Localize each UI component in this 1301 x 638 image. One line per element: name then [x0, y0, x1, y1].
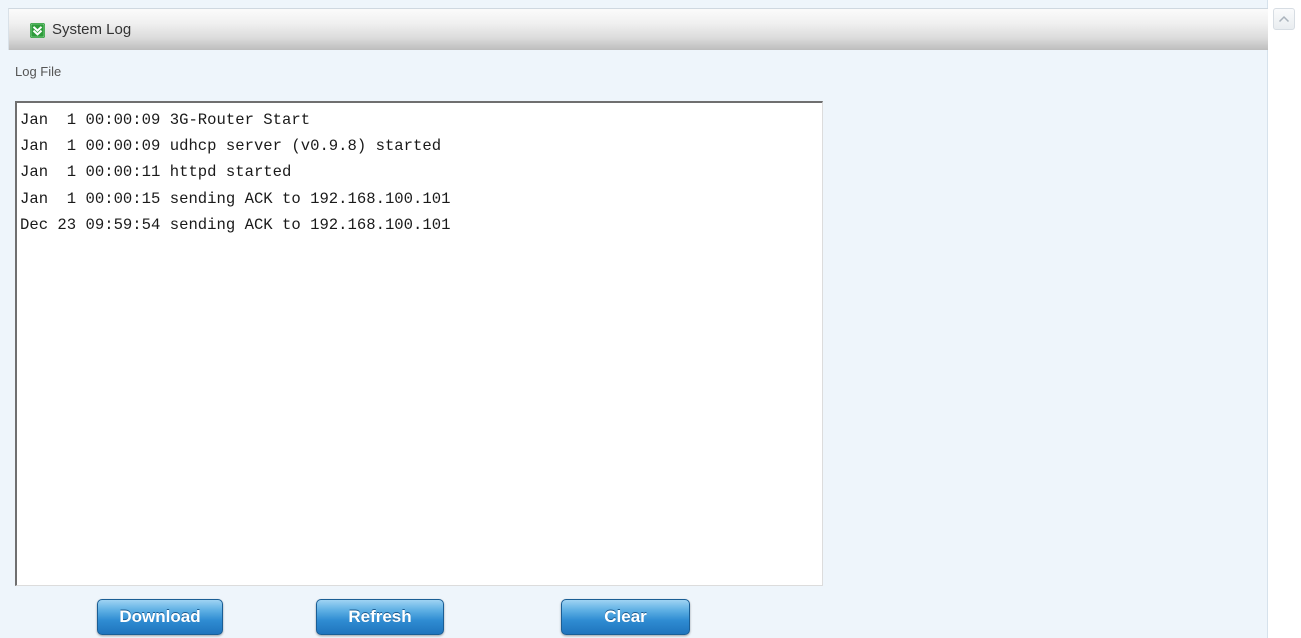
section-header: System Log [8, 8, 1268, 50]
download-button[interactable]: Download [97, 599, 223, 635]
log-file-label: Log File [15, 64, 62, 79]
chevron-up-icon[interactable] [1273, 8, 1295, 30]
green-check-icon [30, 23, 45, 38]
page-title: System Log [52, 21, 132, 38]
page-scrollbar[interactable] [1269, 0, 1301, 638]
content-frame: System Log Log File Jan 1 00:00:09 3G-Ro… [0, 0, 1268, 638]
log-textarea[interactable]: Jan 1 00:00:09 3G-Router Start Jan 1 00:… [15, 101, 823, 586]
refresh-button[interactable]: Refresh [316, 599, 444, 635]
clear-button[interactable]: Clear [561, 599, 690, 635]
